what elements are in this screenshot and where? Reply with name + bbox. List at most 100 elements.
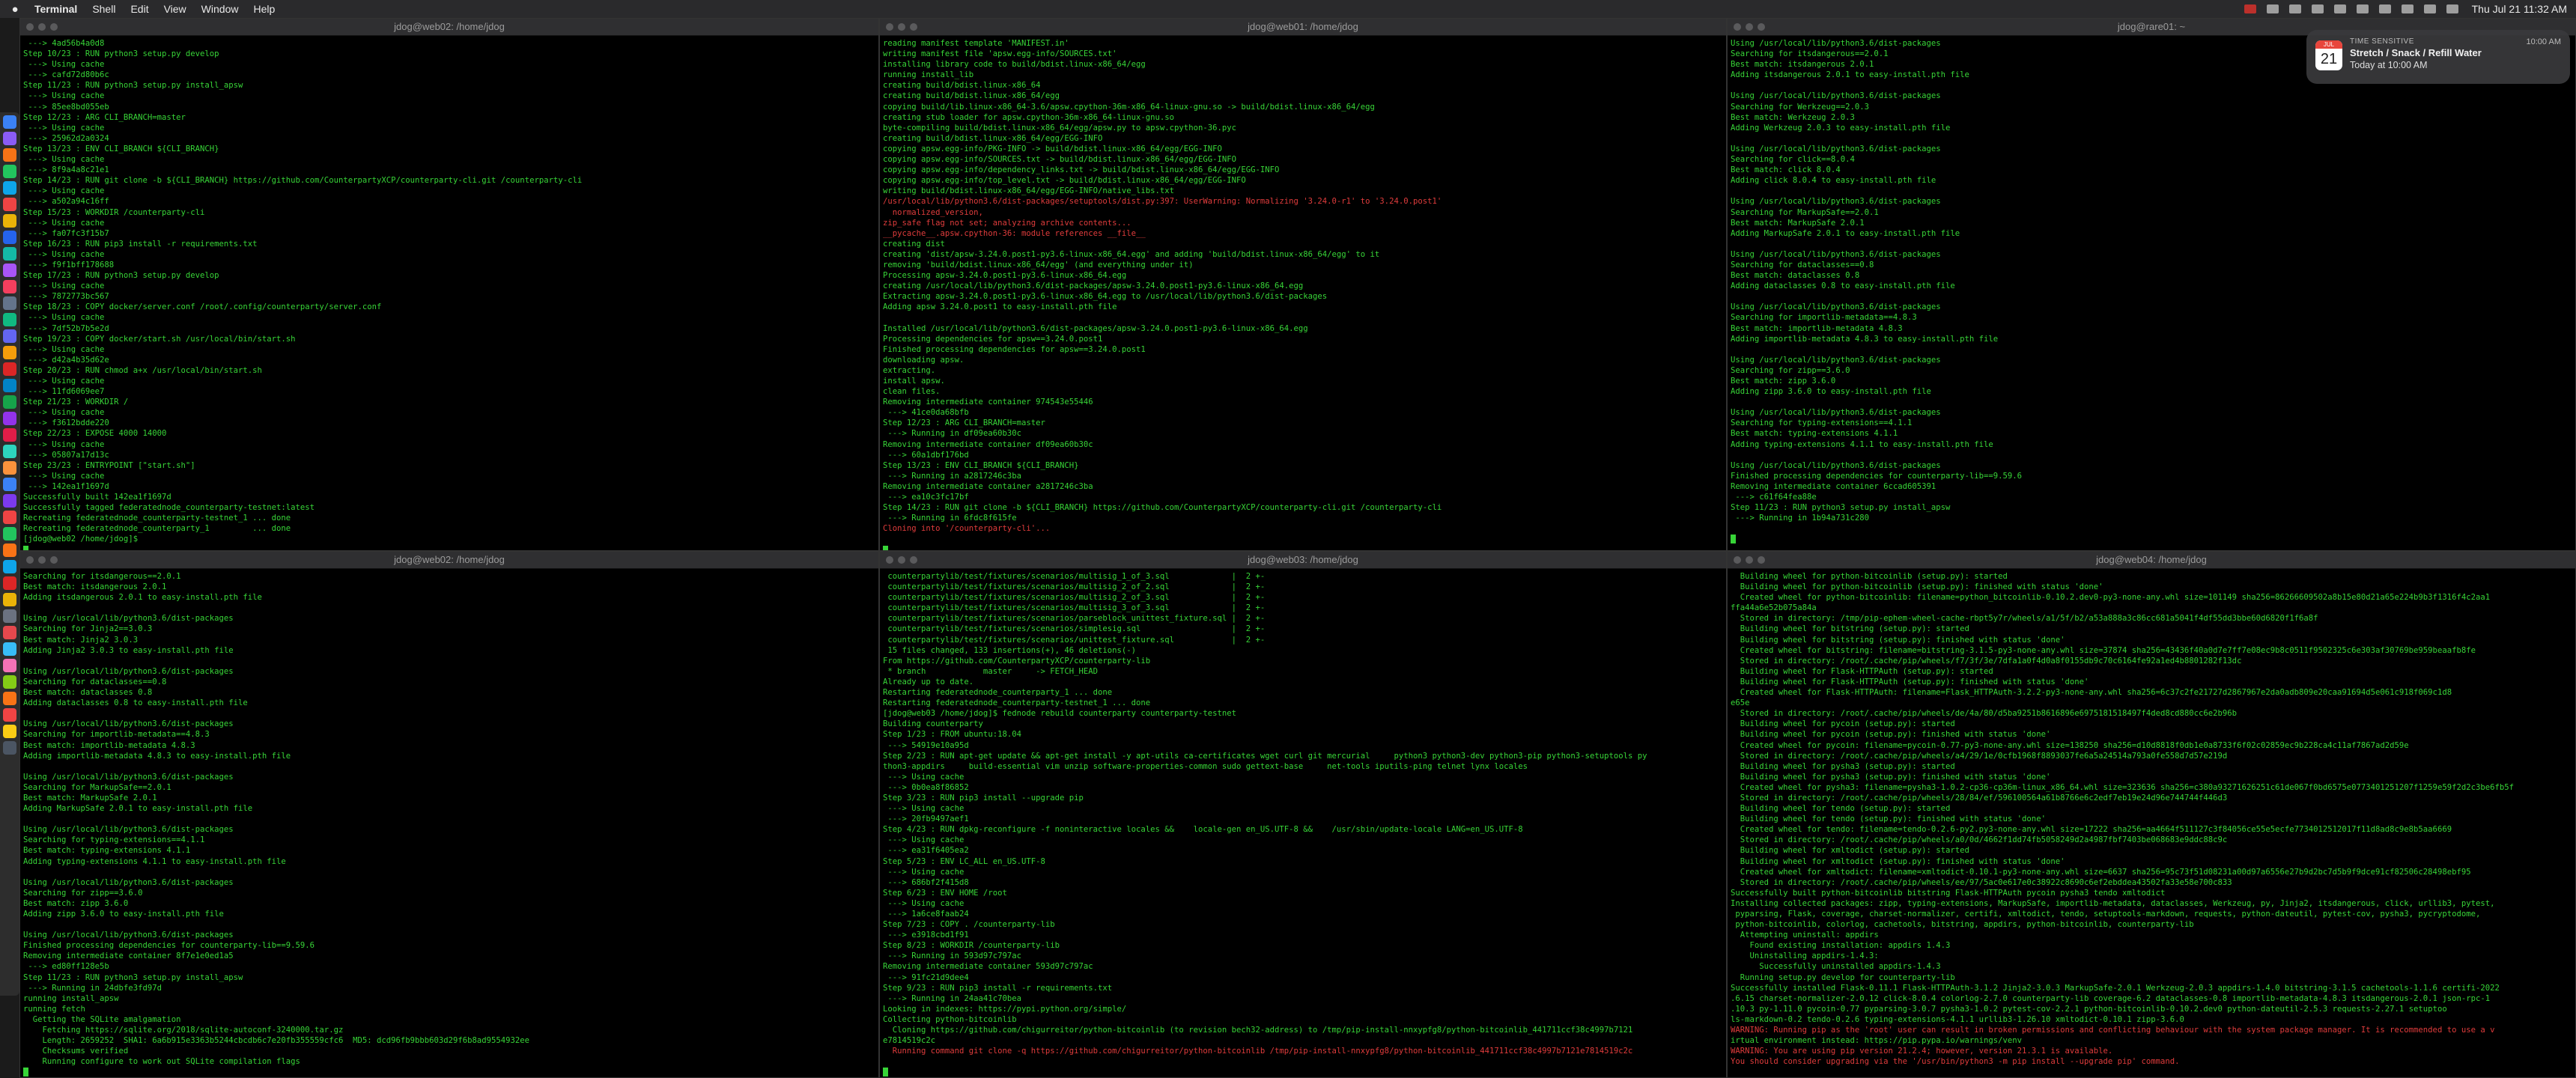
status-app-icon[interactable] bbox=[2244, 4, 2256, 13]
terminal-line: ---> 91fc21d9dee4 bbox=[883, 972, 969, 982]
menu-app-terminal[interactable]: Terminal bbox=[34, 3, 77, 15]
window-titlebar[interactable]: jdog@web03: /home/jdog bbox=[880, 552, 1726, 569]
app-icon[interactable] bbox=[3, 543, 16, 557]
zoom-button[interactable] bbox=[50, 556, 58, 564]
app-icon[interactable] bbox=[3, 231, 16, 244]
window-titlebar[interactable]: jdog@web01: /home/jdog bbox=[880, 19, 1726, 36]
status-app-icon[interactable] bbox=[2266, 4, 2279, 13]
control-center-icon[interactable] bbox=[2446, 4, 2458, 13]
zoom-button[interactable] bbox=[1758, 556, 1765, 564]
terminal-output[interactable]: ---> 4ad56b4a0d8 Step 10/23 : RUN python3… bbox=[20, 36, 878, 550]
close-button[interactable] bbox=[26, 23, 34, 31]
app-icon[interactable] bbox=[3, 362, 16, 376]
terminal-output[interactable]: counterpartylib/test/fixtures/scenarios/… bbox=[880, 569, 1726, 1077]
close-button[interactable] bbox=[1734, 23, 1741, 31]
battery-icon[interactable] bbox=[2378, 4, 2391, 13]
terminal-window[interactable]: jdog@web03: /home/jdog counterpartylib/t… bbox=[879, 551, 1727, 1078]
terminal-window[interactable]: jdog@rare01: ~ Using /usr/local/lib/pyth… bbox=[1727, 18, 2576, 551]
minimize-button[interactable] bbox=[38, 23, 46, 31]
window-titlebar[interactable]: jdog@web02: /home/jdog bbox=[20, 19, 878, 36]
app-icon[interactable] bbox=[3, 264, 16, 277]
app-icon[interactable] bbox=[3, 296, 16, 310]
minimize-button[interactable] bbox=[898, 23, 905, 31]
app-icon[interactable] bbox=[3, 445, 16, 458]
status-app-icon[interactable] bbox=[2311, 4, 2324, 13]
app-icon[interactable] bbox=[3, 412, 16, 425]
terminal-output[interactable]: reading manifest template 'MANIFEST.in' w… bbox=[880, 36, 1726, 550]
close-button[interactable] bbox=[26, 556, 34, 564]
close-button[interactable] bbox=[886, 556, 893, 564]
terminal-window[interactable]: jdog@web02: /home/jdog ---> 4ad56b4a0d8 S… bbox=[19, 18, 879, 551]
status-app-icon[interactable] bbox=[2333, 4, 2346, 13]
minimize-button[interactable] bbox=[1746, 556, 1753, 564]
app-icon[interactable] bbox=[3, 280, 16, 293]
zoom-button[interactable] bbox=[1758, 23, 1765, 31]
app-icon[interactable] bbox=[3, 593, 16, 606]
menu-shell[interactable]: Shell bbox=[92, 3, 115, 15]
close-button[interactable] bbox=[1734, 556, 1741, 564]
app-icon[interactable] bbox=[3, 708, 16, 722]
app-icon[interactable] bbox=[3, 659, 16, 672]
notification-banner[interactable]: JUL 21 TIME SENSITIVE Stretch / Snack / … bbox=[2306, 30, 2570, 84]
app-icon[interactable] bbox=[3, 313, 16, 326]
app-icon[interactable] bbox=[3, 494, 16, 508]
app-icon[interactable] bbox=[3, 511, 16, 524]
status-app-icon[interactable] bbox=[2356, 4, 2369, 13]
terminal-line: Best match: itsdangerous 2.0.1 bbox=[23, 582, 167, 592]
app-icon[interactable] bbox=[3, 461, 16, 475]
app-icon[interactable] bbox=[3, 247, 16, 261]
app-icon[interactable] bbox=[3, 692, 16, 705]
terminal-window[interactable]: jdog@web02: /home/jdog Searching for its… bbox=[19, 551, 879, 1078]
window-titlebar[interactable]: jdog@web04: /home/jdog bbox=[1728, 552, 2575, 569]
minimize-button[interactable] bbox=[1746, 23, 1753, 31]
app-icon[interactable] bbox=[3, 165, 16, 178]
terminal-line: Searching for zipp==3.6.0 bbox=[1731, 365, 1850, 375]
app-icon[interactable] bbox=[3, 346, 16, 359]
menu-help[interactable]: Help bbox=[253, 3, 275, 15]
window-titlebar[interactable]: jdog@web02: /home/jdog bbox=[20, 552, 878, 569]
menu-view[interactable]: View bbox=[164, 3, 186, 15]
menu-window[interactable]: Window bbox=[201, 3, 239, 15]
search-icon[interactable] bbox=[2423, 4, 2436, 13]
app-icon[interactable] bbox=[3, 379, 16, 392]
wifi-icon[interactable] bbox=[2401, 4, 2414, 13]
app-icon[interactable] bbox=[3, 675, 16, 689]
app-icon[interactable] bbox=[3, 560, 16, 573]
finder-icon[interactable] bbox=[3, 115, 16, 129]
app-icon[interactable] bbox=[3, 329, 16, 343]
terminal-window[interactable]: jdog@web04: /home/jdog Building wheel fo… bbox=[1727, 551, 2576, 1078]
app-icon[interactable] bbox=[3, 609, 16, 623]
app-icon[interactable] bbox=[3, 626, 16, 639]
terminal-line: ---> Using cache bbox=[23, 91, 105, 101]
terminal-line: creating build/bdist.linux-x86_64/egg bbox=[883, 91, 1060, 101]
terminal-output[interactable]: Using /usr/local/lib/python3.6/dist-pack… bbox=[1728, 36, 2575, 547]
app-icon[interactable] bbox=[3, 527, 16, 540]
minimize-button[interactable] bbox=[898, 556, 905, 564]
app-icon[interactable] bbox=[3, 576, 16, 590]
zoom-button[interactable] bbox=[910, 23, 917, 31]
terminal-line: ---> 1a6ce8faab24 bbox=[883, 910, 969, 919]
terminal-output[interactable]: Building wheel for python-bitcoinlib (se… bbox=[1728, 569, 2575, 1077]
terminal-output[interactable]: Searching for itsdangerous==2.0.1 Best ma… bbox=[20, 569, 878, 1077]
app-icon[interactable] bbox=[3, 132, 16, 145]
close-button[interactable] bbox=[886, 23, 893, 31]
menubar-clock[interactable]: Thu Jul 21 11:32 AM bbox=[2472, 3, 2567, 15]
app-icon[interactable] bbox=[3, 478, 16, 491]
zoom-button[interactable] bbox=[910, 556, 917, 564]
app-icon[interactable] bbox=[3, 428, 16, 442]
app-icon[interactable] bbox=[3, 725, 16, 738]
trash-icon[interactable] bbox=[3, 741, 16, 755]
app-icon[interactable] bbox=[3, 395, 16, 409]
app-icon[interactable] bbox=[3, 198, 16, 211]
app-icon[interactable] bbox=[3, 148, 16, 162]
app-icon[interactable] bbox=[3, 642, 16, 656]
apple-menu-icon[interactable]: ● bbox=[9, 3, 21, 16]
status-app-icon[interactable] bbox=[2288, 4, 2301, 13]
terminal-window[interactable]: jdog@web01: /home/jdog reading manifest … bbox=[879, 18, 1727, 551]
app-icon[interactable] bbox=[3, 214, 16, 228]
minimize-button[interactable] bbox=[38, 556, 46, 564]
zoom-button[interactable] bbox=[50, 23, 58, 31]
terminal-line: Adding importlib-metadata 4.8.3 to easy-… bbox=[1731, 334, 1999, 344]
menu-edit[interactable]: Edit bbox=[130, 3, 148, 15]
app-icon[interactable] bbox=[3, 181, 16, 195]
